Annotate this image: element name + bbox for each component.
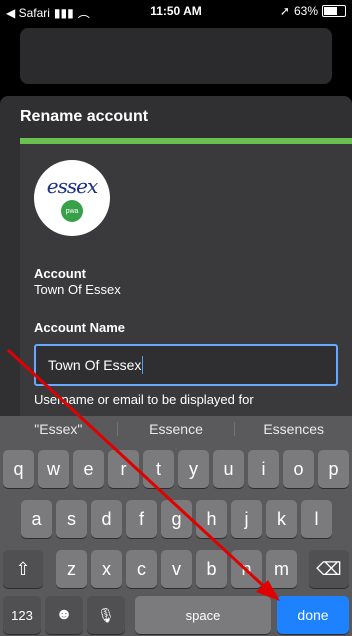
key-a[interactable]: a [21,500,52,538]
key-o[interactable]: o [283,450,314,488]
key-y[interactable]: y [178,450,209,488]
key-h[interactable]: h [196,500,227,538]
emoji-key[interactable]: ☻ [45,596,83,634]
microphone-key[interactable]: 🎙 [87,596,125,634]
suggestion-bar: "Essex" Essence Essences [0,416,352,442]
helper-text: Username or email to be displayed for [34,392,254,407]
done-key[interactable]: done [277,596,349,634]
rename-account-sheet: Rename account essex pwa Account Town Of… [0,96,352,424]
space-key[interactable]: space [135,596,271,634]
suggestion-3[interactable]: Essences [235,416,352,442]
key-u[interactable]: u [213,450,244,488]
text-caret [142,356,144,374]
location-icon: ➚ [279,4,290,18]
keyboard: q w e r t y u i o p a s d f g h j k l ⇧ … [0,442,352,636]
shift-key[interactable]: ⇧ [3,550,43,588]
key-t[interactable]: t [143,450,174,488]
key-f[interactable]: f [126,500,157,538]
numbers-key[interactable]: 123 [3,596,41,634]
key-s[interactable]: s [56,500,87,538]
logo-badge: pwa [61,200,83,222]
key-q[interactable]: q [3,450,34,488]
logo-text: essex [46,174,98,198]
key-g[interactable]: g [161,500,192,538]
key-p[interactable]: p [318,450,349,488]
key-e[interactable]: e [73,450,104,488]
status-bar: ◀ Safari ▮▮▮ ︵ 11:50 AM ➚ 63% [0,0,352,22]
key-m[interactable]: m [266,550,297,588]
suggestion-2[interactable]: Essence [118,416,235,442]
key-j[interactable]: j [231,500,262,538]
key-b[interactable]: b [196,550,227,588]
key-v[interactable]: v [161,550,192,588]
key-x[interactable]: x [91,550,122,588]
key-n[interactable]: n [231,550,262,588]
key-r[interactable]: r [108,450,139,488]
key-i[interactable]: i [248,450,279,488]
key-l[interactable]: l [301,500,332,538]
account-logo: essex pwa [34,160,110,236]
key-c[interactable]: c [126,550,157,588]
battery-icon [322,5,346,17]
battery-percent: 63% [293,4,318,18]
sheet-title: Rename account [20,108,149,125]
status-right: ➚ 63% [280,4,346,18]
account-name-label: Account Name [34,320,126,335]
account-card: essex pwa Account Town Of Essex Account … [20,138,352,424]
account-value: Town Of Essex [34,282,121,297]
account-label: Account [34,266,86,281]
account-name-input[interactable]: Town Of Essex [34,344,338,386]
suggestion-1[interactable]: "Essex" [0,416,117,442]
account-name-value: Town Of Essex [48,357,142,373]
background-card [20,28,332,84]
key-w[interactable]: w [38,450,69,488]
key-z[interactable]: z [56,550,87,588]
key-d[interactable]: d [91,500,122,538]
backspace-key[interactable]: ⌫ [309,550,349,588]
key-k[interactable]: k [266,500,297,538]
